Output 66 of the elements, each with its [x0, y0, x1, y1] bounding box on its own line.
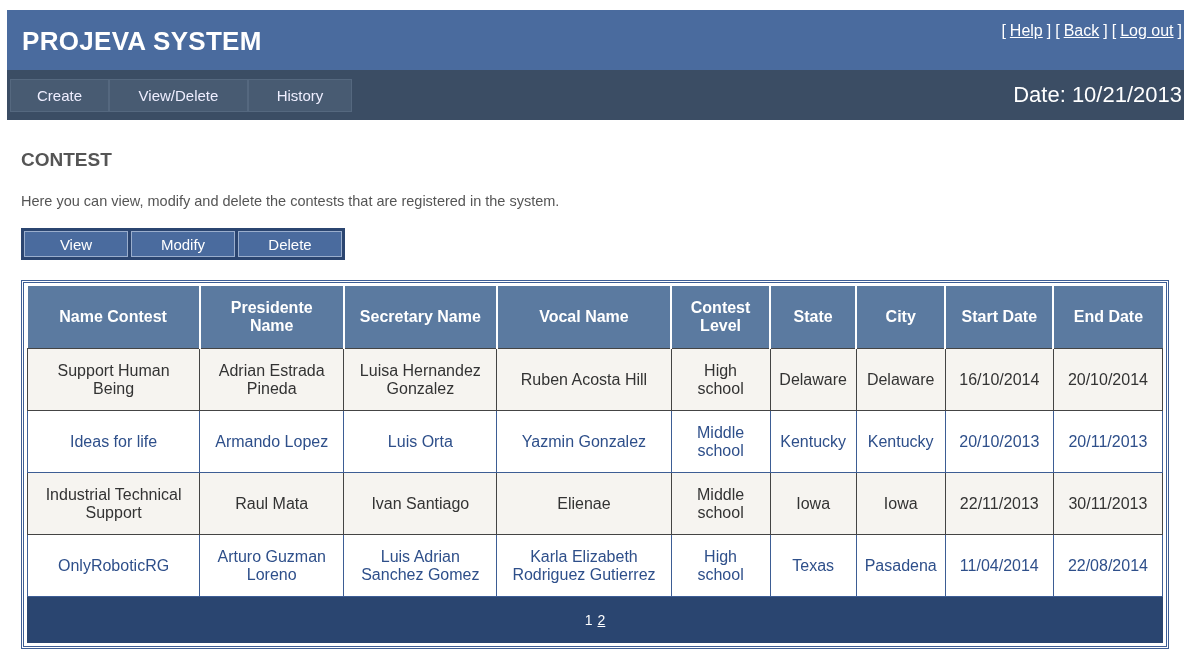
table-cell: Luis Orta — [343, 410, 497, 473]
table-cell: 20/10/2013 — [945, 410, 1054, 473]
table-cell: Texas — [770, 534, 857, 597]
nav-tab[interactable]: History — [248, 79, 352, 112]
table-cell: Delaware — [770, 348, 857, 411]
table-cell: 16/10/2014 — [945, 348, 1054, 411]
table-cell: Kentucky — [770, 410, 857, 473]
table-cell: 20/10/2014 — [1053, 348, 1163, 411]
table-cell: High school — [671, 534, 771, 597]
header-link[interactable]: Log out — [1120, 22, 1174, 40]
column-header: Name Contest — [27, 286, 200, 349]
table-cell: High school — [671, 348, 771, 411]
table-cell: Middle school — [671, 472, 771, 535]
bracket: ] — [1177, 22, 1182, 40]
column-header: Contest Level — [671, 286, 771, 349]
table-cell: Armando Lopez — [199, 410, 344, 473]
column-header: Presidente Name — [199, 286, 344, 349]
action-button[interactable]: View — [24, 231, 128, 257]
table-cell: Adrian Estrada Pineda — [199, 348, 344, 411]
column-header: City — [856, 286, 946, 349]
nav-tab[interactable]: View/Delete — [109, 79, 248, 112]
bracket: ] — [1046, 22, 1052, 40]
table-cell: Luisa Hernandez Gonzalez — [343, 348, 497, 411]
action-button[interactable]: Modify — [131, 231, 235, 257]
table-cell: 22/08/2014 — [1053, 534, 1163, 597]
table-cell: Raul Mata — [199, 472, 344, 535]
table-cell: Yazmin Gonzalez — [496, 410, 672, 473]
table-cell: Industrial Technical Support — [27, 472, 200, 535]
table-cell: Pasadena — [856, 534, 946, 597]
table-cell: 20/11/2013 — [1053, 410, 1163, 473]
table-cell: Arturo Guzman Loreno — [199, 534, 344, 597]
table-cell: Ruben Acosta Hill — [496, 348, 672, 411]
table-cell: Ideas for life — [27, 410, 200, 473]
table-cell: Elienae — [496, 472, 672, 535]
bracket: [ — [1111, 22, 1117, 40]
table-cell: Support Human Being — [27, 348, 200, 411]
table-cell: Iowa — [770, 472, 857, 535]
bracket: [ — [1055, 22, 1060, 40]
page-link[interactable]: 2 — [597, 612, 606, 628]
table-cell: Kentucky — [856, 410, 946, 473]
section-description: Here you can view, modify and delete the contests that are registered in the system. — [21, 193, 561, 209]
header-link[interactable]: Back — [1063, 22, 1100, 40]
table-cell: OnlyRoboticRG — [27, 534, 200, 597]
bracket: [ — [1001, 22, 1006, 40]
nav-tab[interactable]: Create — [10, 79, 109, 112]
bracket: ] — [1103, 22, 1108, 40]
column-header: State — [770, 286, 857, 349]
current-page: 1 — [584, 612, 593, 628]
column-header: End Date — [1053, 286, 1163, 349]
column-header: Vocal Name — [496, 286, 672, 349]
table-cell: Ivan Santiago — [343, 472, 497, 535]
current-date: Date: 10/21/2013 — [1013, 82, 1183, 108]
section-title: CONTEST — [21, 149, 113, 171]
table-cell: Iowa — [856, 472, 946, 535]
table-cell: Karla Elizabeth Rodriguez Gutierrez — [496, 534, 672, 597]
table-cell: Middle school — [671, 410, 771, 473]
table-cell: 11/04/2014 — [945, 534, 1054, 597]
table-cell: 22/11/2013 — [945, 472, 1054, 535]
table-cell: Luis Adrian Sanchez Gomez — [343, 534, 497, 597]
header-link[interactable]: Help — [1009, 22, 1043, 40]
table-cell: 30/11/2013 — [1053, 472, 1163, 535]
table-cell: Delaware — [856, 348, 946, 411]
column-header: Start Date — [945, 286, 1054, 349]
app-title: PROJEVA SYSTEM — [22, 26, 262, 57]
column-header: Secretary Name — [343, 286, 497, 349]
action-button[interactable]: Delete — [238, 231, 342, 257]
